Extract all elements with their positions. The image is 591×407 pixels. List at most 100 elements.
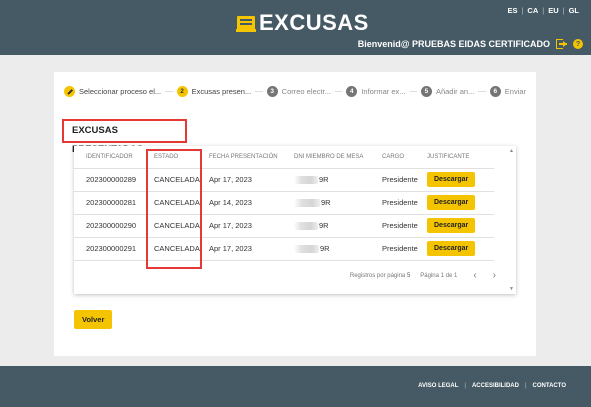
dni-suffix: 9R bbox=[319, 221, 329, 230]
step-1[interactable]: Seleccionar proceso el... bbox=[64, 85, 162, 97]
lang-gl[interactable]: GL bbox=[569, 6, 579, 15]
help-icon[interactable]: ? bbox=[573, 39, 583, 49]
user-greeting: Bienvenid@ PRUEBAS EIDAS CERTIFICADO bbox=[357, 39, 550, 49]
step-number: 4 bbox=[346, 85, 358, 97]
cell-cargo: Presidente bbox=[382, 191, 427, 215]
table-row: 202300000290 CANCELADA Apr 17, 2023 9R P… bbox=[74, 214, 494, 238]
site-header: EXCUSAS ES | CA | EU | GL Bienvenid@ PRU… bbox=[0, 0, 591, 55]
scroll-down-icon[interactable]: ▼ bbox=[509, 286, 514, 292]
lang-separator: | bbox=[521, 6, 524, 15]
step-number: 6 bbox=[489, 85, 501, 97]
footer-link-aviso-legal[interactable]: AVISO LEGAL bbox=[418, 383, 458, 389]
step-label: Excusas presen... bbox=[191, 86, 252, 96]
excuses-table: IDENTIFICADOR ESTADO FECHA PRESENTACIÓN … bbox=[74, 146, 494, 261]
step-label: Añadir an... bbox=[435, 86, 475, 96]
step-3[interactable]: 3 Correo electr... bbox=[266, 85, 331, 97]
redacted-dni bbox=[294, 175, 318, 184]
col-header-fecha[interactable]: FECHA PRESENTACIÓN bbox=[209, 146, 294, 169]
cell-identificador: 202300000291 bbox=[74, 237, 154, 261]
step-2[interactable]: 2 Excusas presen... bbox=[176, 85, 252, 97]
cell-dni: 9R bbox=[294, 191, 382, 215]
stepper: Seleccionar proceso el... 2 Excusas pres… bbox=[64, 84, 526, 98]
step-divider bbox=[478, 90, 486, 92]
lang-eu[interactable]: EU bbox=[548, 6, 558, 15]
cell-dni: 9R bbox=[294, 237, 382, 261]
dni-suffix: 9R bbox=[319, 175, 329, 184]
page-title: EXCUSAS PRESENTADAS bbox=[62, 119, 187, 155]
lang-separator: | bbox=[562, 6, 565, 15]
cell-fecha: Apr 17, 2023 bbox=[209, 168, 294, 192]
user-bar: Bienvenid@ PRUEBAS EIDAS CERTIFICADO ? bbox=[358, 39, 583, 49]
table-row: 202300000289 CANCELADA Apr 17, 2023 9R P… bbox=[74, 168, 494, 192]
step-6[interactable]: 6 Enviar bbox=[489, 85, 527, 97]
cell-identificador: 202300000281 bbox=[74, 191, 154, 215]
redacted-dni bbox=[294, 221, 318, 230]
redacted-dni bbox=[294, 244, 319, 253]
rows-per-page-select[interactable]: 5 bbox=[407, 273, 410, 279]
site-logo[interactable]: EXCUSAS bbox=[236, 12, 369, 34]
step-number: 2 bbox=[176, 85, 188, 97]
step-label: Seleccionar proceso el... bbox=[79, 86, 162, 96]
book-stand-icon bbox=[236, 14, 256, 32]
step-label: Informar ex... bbox=[361, 86, 406, 96]
cell-justificante: Descargar bbox=[427, 191, 494, 215]
table-row: 202300000291 CANCELADA Apr 17, 2023 9R P… bbox=[74, 237, 494, 261]
step-label: Enviar bbox=[504, 86, 527, 96]
rows-per-page: Registros por página 5 bbox=[350, 273, 410, 279]
pagination: Registros por página 5 Página 1 de 1 ‹ › bbox=[350, 270, 496, 281]
cell-identificador: 202300000289 bbox=[74, 168, 154, 192]
page-info: Página 1 de 1 bbox=[420, 272, 458, 279]
col-header-justificante: JUSTIFICANTE bbox=[427, 146, 494, 169]
language-selector: ES | CA | EU | GL bbox=[507, 6, 579, 15]
cell-cargo: Presidente bbox=[382, 214, 427, 238]
table-row: 202300000281 CANCELADA Apr 14, 2023 9R P… bbox=[74, 191, 494, 215]
col-header-identificador[interactable]: IDENTIFICADOR bbox=[74, 146, 154, 169]
download-button[interactable]: Descargar bbox=[427, 218, 476, 233]
dni-suffix: 9R bbox=[321, 198, 331, 207]
pencil-icon bbox=[64, 85, 75, 97]
cell-justificante: Descargar bbox=[427, 237, 494, 261]
redacted-dni bbox=[294, 198, 320, 207]
excuses-table-card: ▲ IDENTIFICADOR ESTADO FECHA PRESENTACIÓ… bbox=[74, 146, 516, 294]
lang-separator: | bbox=[542, 6, 545, 15]
logo-text: EXCUSAS bbox=[259, 10, 369, 35]
download-button[interactable]: Descargar bbox=[427, 172, 476, 187]
cell-fecha: Apr 14, 2023 bbox=[209, 191, 294, 215]
step-4[interactable]: 4 Informar ex... bbox=[346, 85, 406, 97]
download-button[interactable]: Descargar bbox=[427, 195, 476, 210]
chevron-right-icon[interactable]: › bbox=[493, 270, 496, 281]
cell-dni: 9R bbox=[294, 168, 382, 192]
download-button[interactable]: Descargar bbox=[427, 241, 476, 256]
step-divider bbox=[334, 90, 343, 92]
col-header-cargo[interactable]: CARGO bbox=[382, 146, 427, 169]
cell-identificador: 202300000290 bbox=[74, 214, 154, 238]
logout-icon[interactable] bbox=[556, 39, 567, 49]
scroll-up-icon[interactable]: ▲ bbox=[509, 148, 514, 154]
chevron-left-icon[interactable]: ‹ bbox=[473, 270, 476, 281]
footer-separator: | bbox=[524, 383, 527, 389]
site-footer: AVISO LEGAL | ACCESIBILIDAD | CONTACTO bbox=[0, 366, 591, 407]
lang-es[interactable]: ES bbox=[507, 6, 517, 15]
dni-suffix: 9R bbox=[320, 244, 330, 253]
footer-links: AVISO LEGAL | ACCESIBILIDAD | CONTACTO bbox=[418, 383, 566, 389]
back-button[interactable]: Volver bbox=[74, 310, 113, 329]
cell-justificante: Descargar bbox=[427, 214, 494, 238]
lang-ca[interactable]: CA bbox=[527, 6, 538, 15]
cell-dni: 9R bbox=[294, 214, 382, 238]
estado-highlight bbox=[146, 149, 202, 269]
footer-link-accesibilidad[interactable]: ACCESIBILIDAD bbox=[472, 383, 519, 389]
step-divider bbox=[409, 90, 417, 92]
footer-separator: | bbox=[464, 383, 466, 389]
cell-justificante: Descargar bbox=[427, 168, 494, 192]
footer-link-contacto[interactable]: CONTACTO bbox=[533, 383, 566, 389]
table-header-row: IDENTIFICADOR ESTADO FECHA PRESENTACIÓN … bbox=[74, 146, 494, 169]
step-5[interactable]: 5 Añadir an... bbox=[420, 85, 475, 97]
cell-cargo: Presidente bbox=[382, 168, 427, 192]
step-number: 5 bbox=[420, 85, 432, 97]
col-header-dni[interactable]: DNI MIEMBRO DE MESA bbox=[294, 146, 382, 169]
main-card: Seleccionar proceso el... 2 Excusas pres… bbox=[54, 72, 536, 356]
cell-fecha: Apr 17, 2023 bbox=[209, 214, 294, 238]
cell-cargo: Presidente bbox=[382, 237, 427, 261]
step-divider bbox=[255, 90, 263, 92]
rows-per-page-label: Registros por página bbox=[349, 272, 406, 279]
